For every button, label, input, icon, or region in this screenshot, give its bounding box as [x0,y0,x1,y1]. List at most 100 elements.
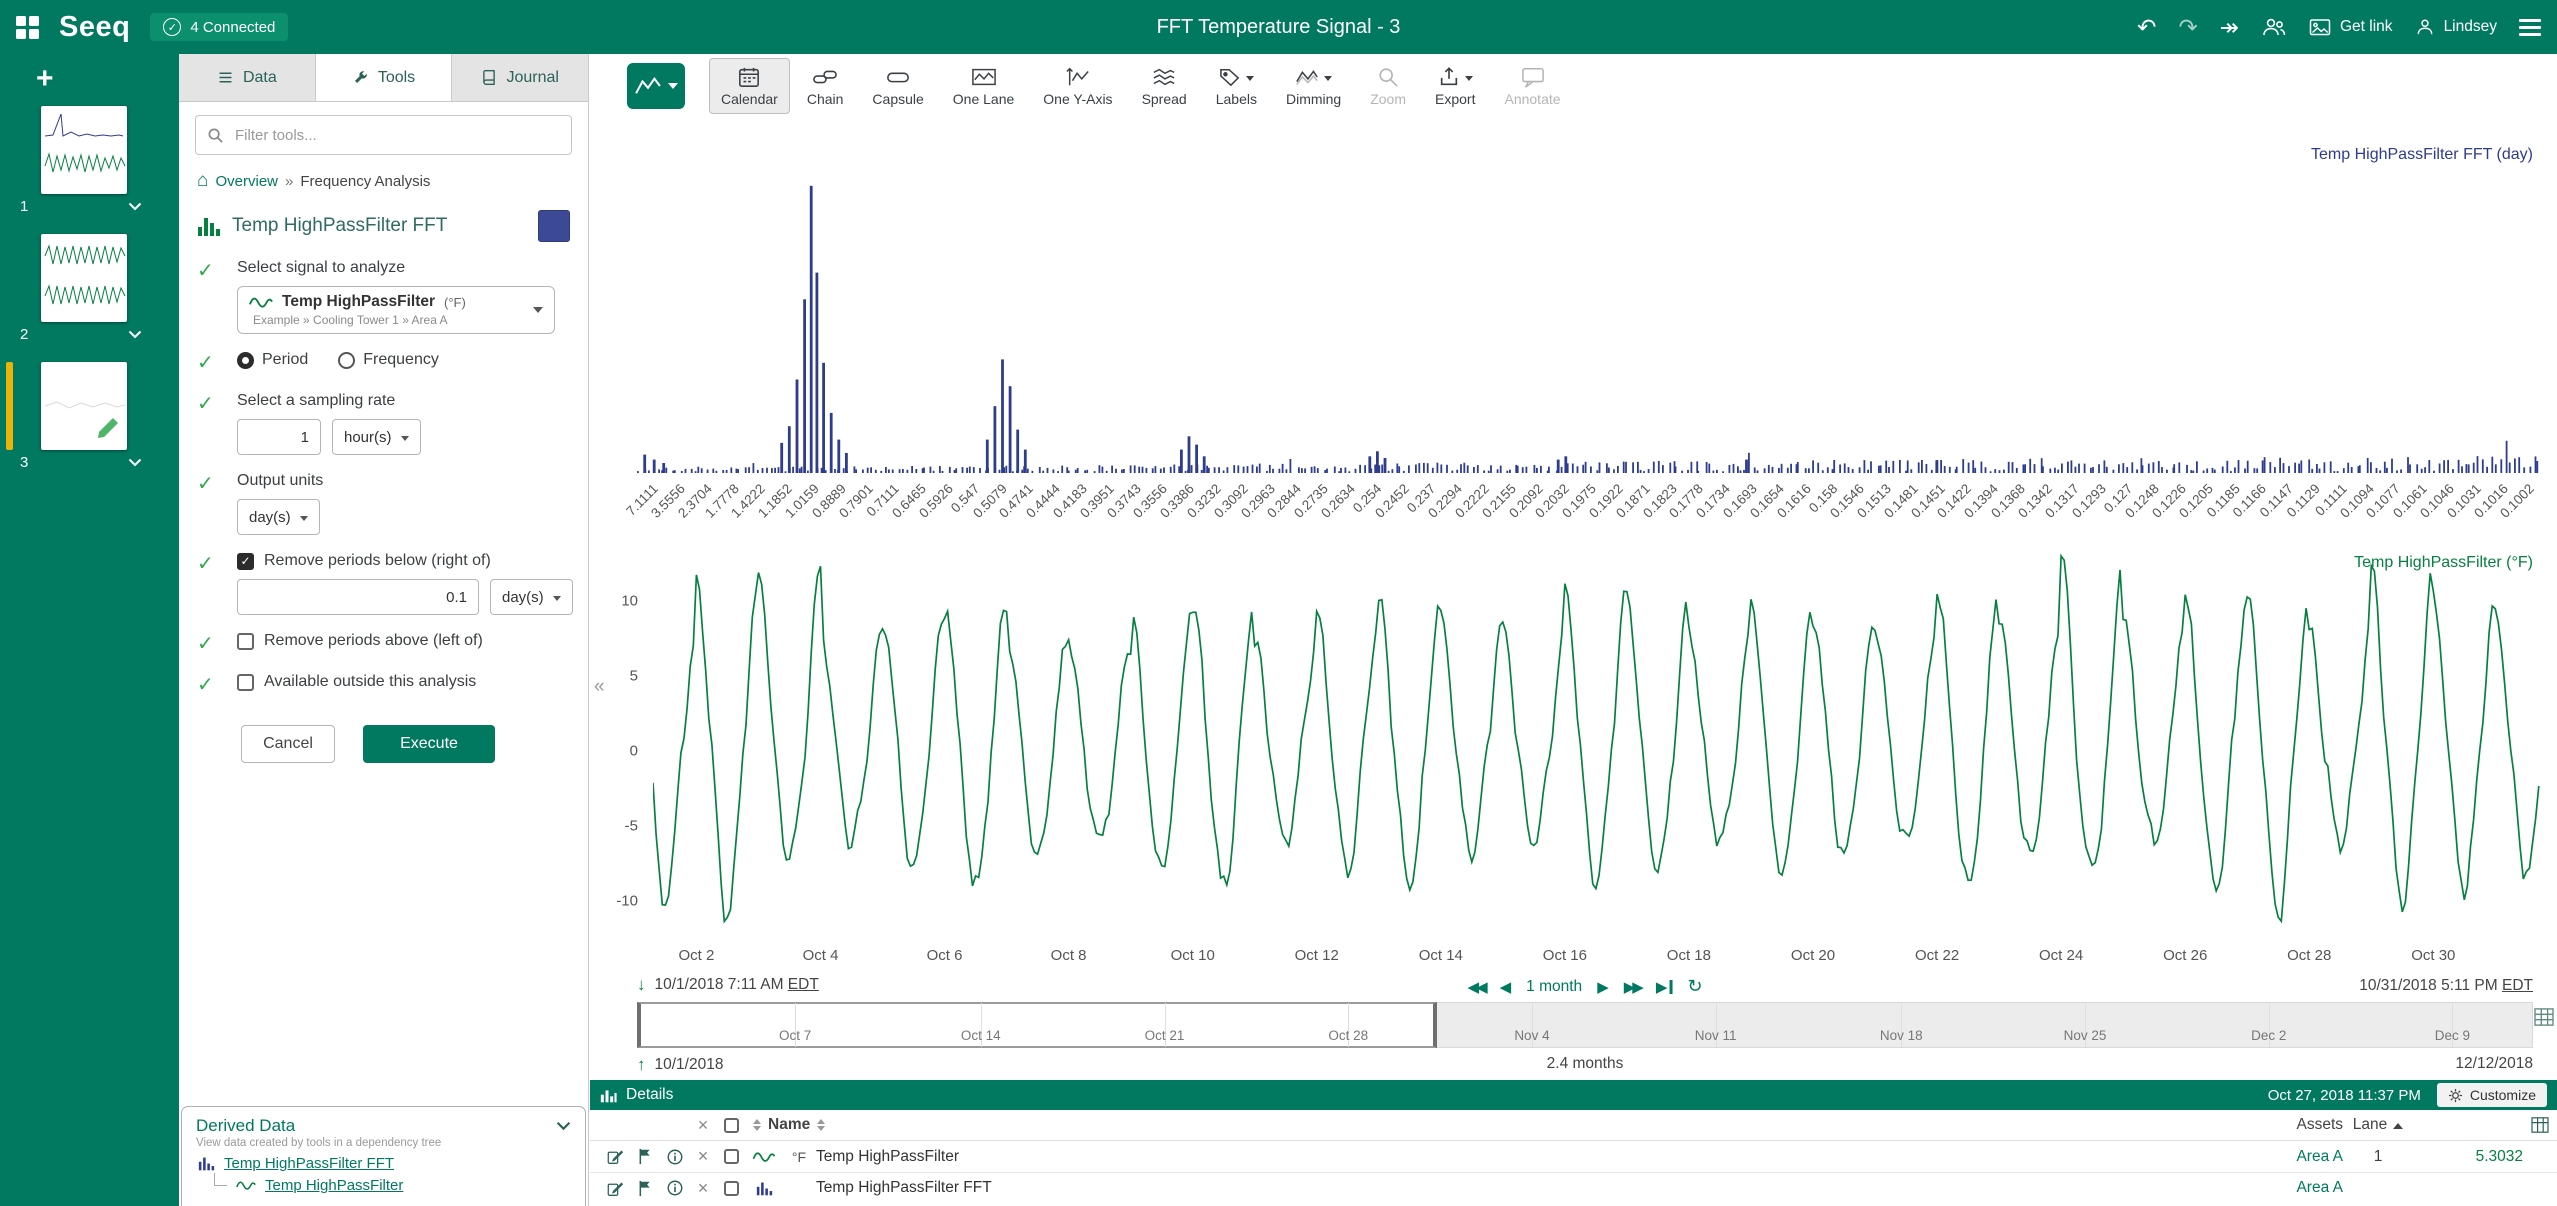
user-menu[interactable]: Lindsey [2415,17,2497,37]
timezone-label[interactable]: EDT [2502,977,2533,994]
undo-icon[interactable]: ↶ [2137,16,2156,39]
sampling-unit-select[interactable]: hour(s) [332,419,421,455]
get-link-button[interactable]: Get link [2309,18,2393,37]
edit-icon[interactable] [600,1180,630,1197]
execute-button[interactable]: Execute [363,725,495,763]
sort-icon[interactable] [817,1119,825,1131]
toolbar-capsule-button[interactable]: Capsule [860,58,935,114]
home-icon[interactable]: ⌂ [197,170,208,192]
pan-fast-back-button[interactable]: ◀◀ [1468,978,1485,996]
derived-data-title[interactable]: Derived Data [196,1116,556,1136]
sort-icon[interactable] [753,1119,761,1131]
flag-icon[interactable] [630,1148,660,1165]
overview-end-date[interactable]: 12/12/2018 [2455,1055,2533,1073]
fft-chart[interactable] [637,139,2540,473]
tab-journal[interactable]: Journal [452,54,588,101]
worksheet-thumbnail-2[interactable] [41,234,127,322]
row-asset-link[interactable]: Area A [2296,1179,2343,1197]
row-checkbox[interactable] [724,1149,739,1164]
toolbar-labels-button[interactable]: Labels [1204,58,1269,114]
column-name-header[interactable]: Name [768,1116,810,1134]
toolbar-export-button[interactable]: Export [1423,58,1487,114]
derived-item-link[interactable]: Temp HighPassFilter FFT [224,1155,394,1172]
users-icon[interactable] [2261,16,2287,38]
toolbar-dimming-button[interactable]: Dimming [1274,58,1353,114]
hamburger-menu-icon[interactable] [2519,19,2541,36]
column-lane-header[interactable]: Lane [2343,1116,2413,1134]
derived-item-child[interactable]: Temp HighPassFilter [214,1177,571,1194]
range-start-arrow-icon[interactable]: ↓ [637,975,646,995]
flag-icon[interactable] [630,1180,660,1197]
forward-history-icon[interactable]: ↠ [2220,16,2239,39]
display-range-start[interactable]: 10/1/2018 7:11 AM EDT [655,976,819,994]
seeq-logo[interactable]: Seeq [59,11,130,44]
details-row-temp-highpassfilter[interactable]: × °F Temp HighPassFilter Area A 1 5.3032 [590,1141,2557,1172]
remove-above-checkbox-row[interactable]: Remove periods above (left of) [237,632,572,650]
step-to-end-button[interactable]: ▶ [1656,978,1673,996]
chevron-down-icon[interactable] [128,458,142,467]
row-name[interactable]: Temp HighPassFilter [816,1148,2213,1166]
apps-grid-icon[interactable] [16,16,39,39]
display-range-end[interactable]: 10/31/2018 5:11 PM EDT [2359,977,2533,995]
view-selector-button[interactable] [627,63,685,109]
trend-y-axis[interactable]: 1050-5-10 [590,548,646,939]
tab-data[interactable]: Data [179,54,316,101]
available-outside-checkbox-row[interactable]: Available outside this analysis [237,673,572,691]
toolbar-calendar-button[interactable]: Calendar [709,58,790,114]
remove-item-icon[interactable]: × [690,1178,716,1199]
row-name[interactable]: Temp HighPassFilter FFT [816,1179,2213,1197]
info-icon[interactable] [660,1180,690,1196]
checkbox-checked-icon[interactable]: ✓ [237,553,254,570]
toolbar-spread-button[interactable]: Spread [1130,58,1199,114]
radio-unselected-icon[interactable] [338,352,355,369]
overview-start-date[interactable]: 10/1/2018 [655,1056,724,1074]
tab-tools[interactable]: Tools [316,54,453,101]
remove-below-checkbox-row[interactable]: ✓ Remove periods below (right of) [237,552,573,570]
remove-below-unit-select[interactable]: day(s) [490,579,573,615]
radio-selected-icon[interactable] [237,352,254,369]
details-row-temp-highpassfilter-fft[interactable]: × Temp HighPassFilter FFT Area A [590,1172,2557,1203]
row-checkbox[interactable] [724,1181,739,1196]
panel-collapse-button[interactable]: « [594,676,605,698]
column-chooser-icon[interactable] [2523,1117,2557,1133]
toolbar-one-y-axis-button[interactable]: One Y-Axis [1031,58,1124,114]
refresh-icon[interactable]: ↻ [1687,976,1702,997]
overview-start-arrow-icon[interactable]: ↑ [637,1055,646,1075]
range-selection-handle[interactable] [637,1002,1437,1048]
derived-item-link[interactable]: Temp HighPassFilter [265,1177,403,1194]
pan-back-button[interactable]: ◀ [1500,978,1512,996]
derived-item[interactable]: Temp HighPassFilter FFT [198,1155,571,1172]
chevron-collapse-icon[interactable] [556,1121,571,1131]
remove-item-icon[interactable]: × [690,1146,716,1167]
info-icon[interactable] [660,1149,690,1165]
cancel-button[interactable]: Cancel [241,725,335,763]
filter-tools-search[interactable] [195,115,572,155]
signal-select-dropdown[interactable]: Temp HighPassFilter (°F) Example » Cooli… [237,286,555,334]
timezone-label[interactable]: EDT [788,976,819,993]
pan-fast-forward-button[interactable]: ▶▶ [1624,978,1641,996]
frequency-radio-option[interactable]: Frequency [338,351,439,369]
toolbar-one-lane-button[interactable]: One Lane [941,58,1027,114]
pan-forward-button[interactable]: ▶ [1597,978,1609,996]
checkbox-unchecked-icon[interactable] [237,633,254,650]
worksheet-thumbnail-1[interactable] [41,106,127,194]
series-color-swatch[interactable] [538,210,570,242]
trend-chart[interactable] [653,548,2540,939]
select-all-checkbox[interactable] [724,1118,739,1133]
chevron-down-icon[interactable] [128,202,142,211]
slider-grid-icon[interactable] [2534,1008,2554,1026]
remove-all-icon[interactable]: × [690,1115,716,1136]
remove-below-input[interactable] [237,579,479,615]
toolbar-chain-button[interactable]: Chain [795,58,856,114]
sampling-rate-input[interactable] [237,419,321,455]
period-radio-option[interactable]: Period [237,351,308,369]
output-unit-select[interactable]: day(s) [237,499,320,535]
add-worksheet-button[interactable]: + [36,62,54,96]
row-asset-link[interactable]: Area A [2296,1148,2343,1166]
worksheet-thumbnail-3[interactable] [41,362,127,450]
filter-tools-input[interactable] [233,126,560,145]
trend-x-axis[interactable]: Oct 2Oct 4Oct 6Oct 8Oct 10Oct 12Oct 14Oc… [653,947,2540,969]
connection-status-badge[interactable]: ✓ 4 Connected [150,13,288,41]
overview-duration[interactable]: 2.4 months [1547,1055,1624,1073]
edit-icon[interactable] [600,1148,630,1165]
